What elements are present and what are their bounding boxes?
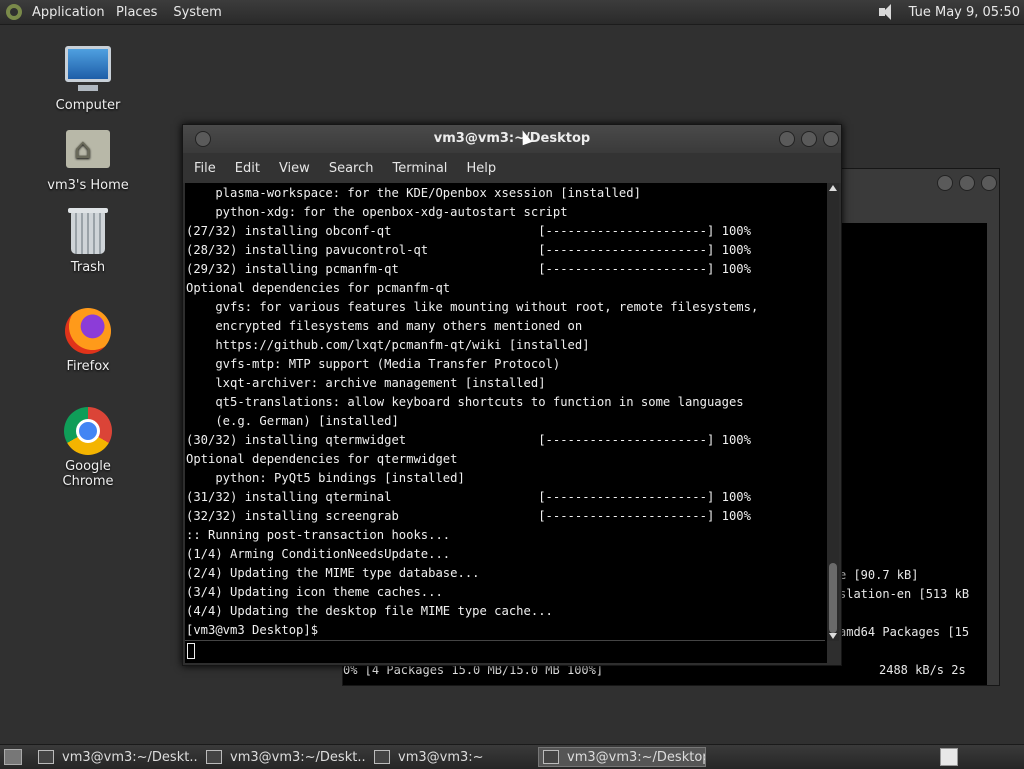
workspace-switcher-icon[interactable] — [940, 748, 958, 766]
menu-file[interactable]: File — [194, 161, 216, 176]
terminal-line: (29/32) installing pcmanfm-qt [---------… — [186, 262, 751, 276]
desktop-icon-label: Google Chrome — [62, 459, 114, 489]
terminal-line: encrypted filesystems and many others me… — [186, 319, 583, 333]
terminal-line: (1/4) Arming ConditionNeedsUpdate... — [186, 547, 451, 561]
desktop-icon-label: Trash — [70, 260, 106, 275]
terminal-line: (3/4) Updating icon theme caches... — [186, 585, 443, 599]
terminal-icon — [543, 750, 559, 764]
terminal-lines: plasma-workspace: for the KDE/Openbox xs… — [185, 183, 827, 640]
terminal-line: python: PyQt5 bindings [installed] — [186, 471, 465, 485]
terminal-line: https://github.com/lxqt/pcmanfm-qt/wiki … — [186, 338, 590, 352]
terminal-line: slation-en [513 kB — [839, 587, 970, 601]
desktop-icon-label: vm3's Home — [47, 178, 129, 193]
taskbar-item-label: vm3@vm3:~/Deskt... — [62, 749, 198, 765]
places-menu[interactable]: Places — [116, 5, 157, 20]
terminal-line: (32/32) installing screengrab [---------… — [186, 509, 751, 523]
terminal-line: lxqt-archiver: archive management [insta… — [186, 376, 546, 390]
taskbar-item-label: vm3@vm3:~ — [398, 749, 484, 765]
desktop-icon-label: Computer — [55, 98, 121, 113]
terminal-line: (28/32) installing pavucontrol-qt [-----… — [186, 243, 751, 257]
desktop-icon-computer[interactable]: Computer — [38, 46, 138, 113]
terminal-line: [vm3@vm3 Desktop]$ — [186, 623, 319, 637]
window-title: vm3@vm3:~/Desktop — [433, 131, 591, 146]
terminal-line: (27/32) installing obconf-qt [----------… — [186, 224, 751, 238]
terminal-icon — [374, 750, 390, 764]
menu-edit[interactable]: Edit — [235, 161, 260, 176]
terminal-line: gvfs-mtp: MTP support (Media Transfer Pr… — [186, 357, 561, 371]
taskbar-item-label: vm3@vm3:~/Deskt... — [230, 749, 366, 765]
panel-menus: Applications Places System — [6, 0, 238, 24]
background-scrollbar[interactable] — [987, 223, 999, 685]
window-titlebar[interactable]: vm3@vm3:~/Desktop — [183, 125, 841, 153]
firefox-icon — [65, 308, 111, 354]
terminal-line: e [90.7 kB] — [839, 568, 919, 582]
taskbar-item[interactable]: vm3@vm3:~/Deskt... — [206, 747, 366, 767]
panel-tray: Tue May 9, 05:50 — [878, 0, 1020, 24]
scroll-up-icon[interactable] — [829, 185, 837, 191]
taskbar-item-active[interactable]: vm3@vm3:~/Desktop — [538, 747, 706, 767]
menu-search[interactable]: Search — [329, 161, 374, 176]
window-controls — [773, 131, 839, 147]
terminal-line: (e.g. German) [installed] — [186, 414, 399, 428]
desktop-icon-label: Firefox — [66, 359, 110, 374]
scrollbar-thumb[interactable] — [829, 563, 837, 633]
terminal-line: (30/32) installing qtermwidget [--------… — [186, 433, 751, 447]
menu-help[interactable]: Help — [466, 161, 496, 176]
system-menu[interactable]: System — [173, 5, 221, 20]
chrome-icon — [64, 407, 112, 455]
desktop-icon-trash[interactable]: Trash — [38, 208, 138, 275]
scroll-down-icon[interactable] — [829, 633, 837, 639]
terminal-line: Optional dependencies for qtermwidget — [186, 452, 458, 466]
minimize-icon[interactable] — [937, 175, 953, 191]
distro-logo-icon[interactable] — [6, 4, 22, 20]
computer-icon — [65, 46, 111, 91]
taskbar-item[interactable]: vm3@vm3:~/Deskt... — [38, 747, 198, 767]
terminal-line: plasma-workspace: for the KDE/Openbox xs… — [186, 186, 641, 200]
background-window-controls — [931, 175, 997, 191]
taskbar-item-label: vm3@vm3:~/Desktop — [567, 749, 706, 765]
maximize-icon[interactable] — [959, 175, 975, 191]
terminal-scrollbar[interactable] — [827, 183, 839, 641]
clock[interactable]: Tue May 9, 05:50 — [909, 5, 1020, 20]
terminal-line: :: Running post-transaction hooks... — [186, 528, 451, 542]
close-icon[interactable] — [981, 175, 997, 191]
desktop-icon-home[interactable]: vm3's Home — [38, 130, 138, 193]
applications-menu[interactable]: Applications — [32, 5, 104, 20]
terminal-line: python-xdg: for the openbox-xdg-autostar… — [186, 205, 568, 219]
menubar: File Edit View Search Terminal Help — [183, 153, 841, 183]
minimize-icon[interactable] — [779, 131, 795, 147]
terminal-output[interactable]: plasma-workspace: for the KDE/Openbox xs… — [185, 183, 827, 663]
top-panel: Applications Places System Tue May 9, 05… — [0, 0, 1024, 25]
terminal-icon — [38, 750, 54, 764]
terminal-line: amd64 Packages [15 — [839, 625, 970, 639]
text-cursor — [187, 643, 195, 659]
close-icon[interactable] — [823, 131, 839, 147]
terminal-line: (31/32) installing qterminal [----------… — [186, 490, 751, 504]
maximize-icon[interactable] — [801, 131, 817, 147]
desktop-icon-chrome[interactable]: Google Chrome — [38, 407, 138, 489]
terminal-line: (2/4) Updating the MIME type database... — [186, 566, 480, 580]
terminal-icon — [206, 750, 222, 764]
terminal-line: gvfs: for various features like mounting… — [186, 300, 759, 314]
download-speed: 2488 kB/s 2s — [879, 663, 966, 677]
volume-icon[interactable] — [878, 4, 897, 20]
show-desktop-icon[interactable] — [4, 749, 22, 765]
terminal-window[interactable]: vm3@vm3:~/Desktop File Edit View Search … — [182, 124, 842, 666]
terminal-line: Optional dependencies for pcmanfm-qt — [186, 281, 451, 295]
terminal-line: (4/4) Updating the desktop file MIME typ… — [186, 604, 553, 618]
taskbar-item[interactable]: vm3@vm3:~ — [374, 747, 534, 767]
terminal-line: qt5-translations: allow keyboard shortcu… — [186, 395, 744, 409]
desktop-icon-firefox[interactable]: Firefox — [38, 308, 138, 374]
terminal-input-line[interactable] — [185, 640, 825, 661]
menu-view[interactable]: View — [279, 161, 310, 176]
menu-terminal[interactable]: Terminal — [392, 161, 447, 176]
trash-icon — [68, 208, 108, 254]
taskbar: vm3@vm3:~/Deskt... vm3@vm3:~/Deskt... vm… — [0, 744, 1024, 769]
window-menu-icon[interactable] — [195, 131, 211, 147]
home-folder-icon — [66, 130, 110, 168]
